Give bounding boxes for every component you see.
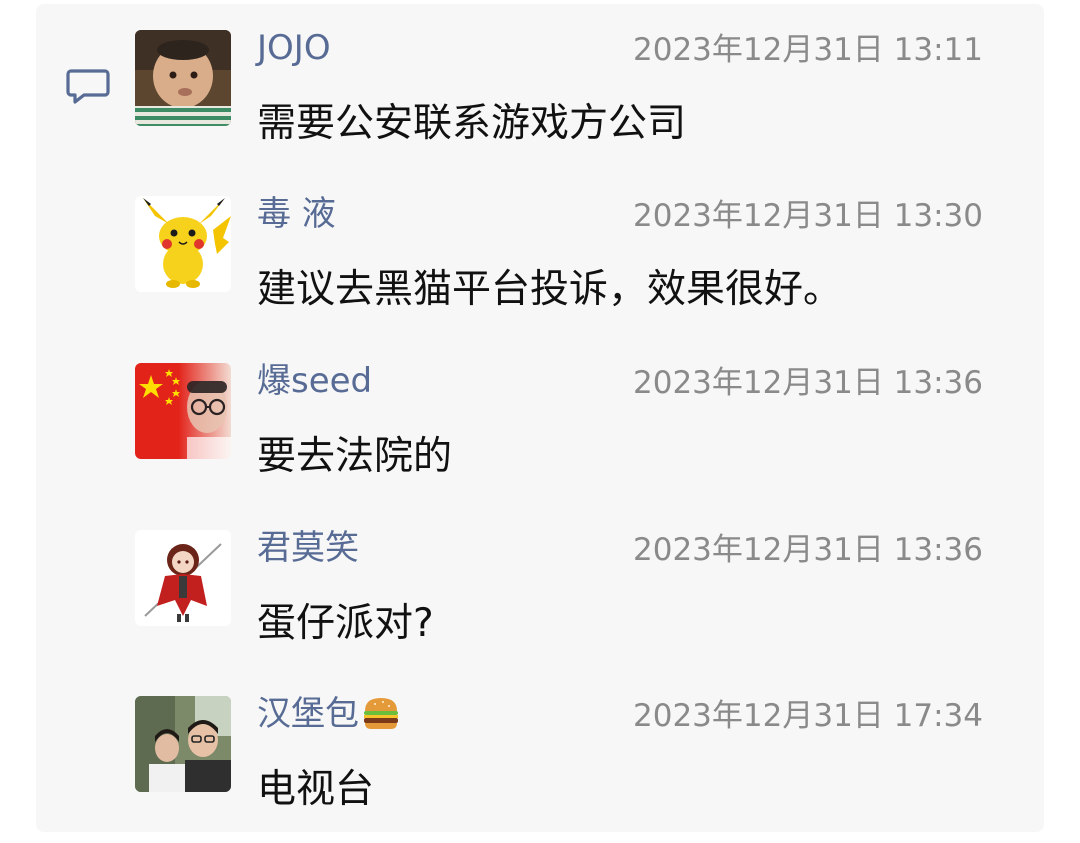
comment-item: 君莫笑 2023年12月31日 13:36 蛋仔派对? <box>0 504 1080 670</box>
comment-text: 需要公安联系游戏方公司 <box>257 101 687 146</box>
anime-warrior-avatar[interactable] <box>135 530 231 626</box>
comment-item: 汉堡包 2023年12月31日 17:34 电视台 <box>0 670 1080 836</box>
couple-photo-avatar[interactable] <box>135 696 231 792</box>
comment-author-name[interactable]: JOJO <box>257 24 331 72</box>
comment-text: 建议去黑猫平台投诉，效果很好。 <box>257 267 843 312</box>
comment-timestamp: 2023年12月31日 13:36 <box>633 365 983 401</box>
comment-timestamp: 2023年12月31日 13:36 <box>633 532 983 568</box>
comment-author-name[interactable]: 毒 液 <box>257 190 336 238</box>
comment-author-name[interactable]: 爆seed <box>257 357 372 405</box>
comment-text: 蛋仔派对? <box>257 601 434 646</box>
comment-text: 电视台 <box>257 767 375 812</box>
comment-author-name[interactable]: 汉堡包 <box>257 690 401 738</box>
comment-item: 毒 液 2023年12月31日 13:30 建议去黑猫平台投诉，效果很好。 <box>0 170 1080 336</box>
comment-text: 要去法院的 <box>257 434 453 479</box>
comment-item: JOJO 2023年12月31日 13:11 需要公安联系游戏方公司 <box>0 4 1080 170</box>
comment-author-name[interactable]: 君莫笑 <box>257 524 359 572</box>
baby-avatar[interactable] <box>135 30 231 126</box>
pikachu-avatar[interactable] <box>135 196 231 292</box>
comment-timestamp: 2023年12月31日 13:30 <box>633 198 983 234</box>
flag-person-avatar[interactable] <box>135 363 231 459</box>
author-name-text: 汉堡包 <box>257 694 359 734</box>
comment-item: 爆seed 2023年12月31日 13:36 要去法院的 <box>0 337 1080 503</box>
comment-timestamp: 2023年12月31日 13:11 <box>633 32 983 68</box>
comment-timestamp: 2023年12月31日 17:34 <box>633 698 983 734</box>
hamburger-icon <box>364 698 398 729</box>
